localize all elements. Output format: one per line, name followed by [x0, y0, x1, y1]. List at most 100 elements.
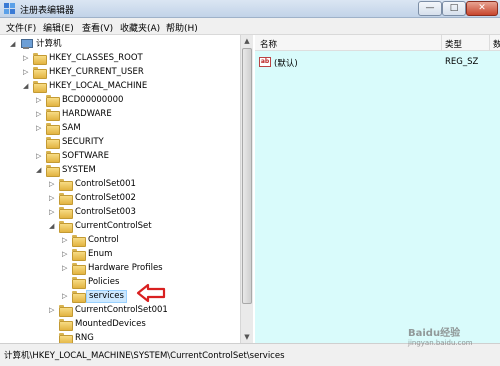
folder-icon — [33, 53, 47, 65]
expand-arrow-icon — [36, 137, 44, 147]
tree-node[interactable]: ◢ HKEY_LOCAL_MACHINE — [0, 80, 240, 93]
tree-node-label[interactable]: RNG — [73, 332, 96, 343]
tree-node-label[interactable]: HARDWARE — [60, 108, 114, 121]
close-button[interactable]: ✕ — [466, 1, 498, 16]
menu-bar: 文件(F) 编辑(E) 查看(V) 收藏夹(A) 帮助(H) — [0, 18, 500, 35]
tree-node-label[interactable]: 计算机 — [34, 38, 64, 51]
tree-node-label[interactable]: SYSTEM — [60, 164, 98, 177]
expand-arrow-icon[interactable]: ▷ — [49, 179, 57, 189]
expand-arrow-icon[interactable]: ▷ — [62, 249, 70, 259]
watermark-logo: Baidu经验 jingyan.baidu.com — [408, 324, 473, 347]
tree-node[interactable]: ▷ BCD00000000 — [0, 94, 240, 107]
scroll-down-arrow-icon[interactable]: ▼ — [241, 331, 253, 343]
folder-icon — [72, 263, 86, 275]
collapse-arrow-icon[interactable]: ◢ — [10, 39, 18, 49]
expand-arrow-icon[interactable]: ▷ — [62, 263, 70, 273]
scroll-thumb[interactable] — [242, 48, 252, 304]
tree-node[interactable]: ▷ HKEY_CURRENT_USER — [0, 66, 240, 79]
collapse-arrow-icon[interactable]: ◢ — [23, 81, 31, 91]
tree-node-label[interactable]: services — [86, 290, 127, 303]
maximize-button[interactable]: □ — [442, 1, 466, 16]
tree-node-label[interactable]: ControlSet002 — [73, 192, 138, 205]
values-pane[interactable]: 名称 类型 数 ab (默认) REG_SZ — [255, 35, 500, 343]
tree-node-label[interactable]: ControlSet001 — [73, 178, 138, 191]
tree-node[interactable]: ▷ ControlSet003 — [0, 206, 240, 219]
column-name[interactable]: 名称 — [260, 38, 277, 50]
tree-node[interactable]: ▷ SOFTWARE — [0, 150, 240, 163]
tree-node[interactable]: MountedDevices — [0, 318, 240, 331]
tree-node-label[interactable]: CurrentControlSet — [73, 220, 154, 233]
title-bar: 注册表编辑器 — □ ✕ — [0, 0, 500, 18]
tree-node-label[interactable]: Hardware Profiles — [86, 262, 165, 275]
menu-edit[interactable]: 编辑(E) — [43, 21, 74, 34]
tree-node[interactable]: Policies — [0, 276, 240, 289]
tree-node-label[interactable]: Policies — [86, 276, 121, 289]
collapse-arrow-icon[interactable]: ◢ — [36, 165, 44, 175]
expand-arrow-icon[interactable]: ▷ — [23, 67, 31, 77]
tree-scrollbar[interactable]: ▲ ▼ — [240, 35, 253, 343]
minimize-button[interactable]: — — [418, 1, 442, 16]
tree-node[interactable]: ▷ HARDWARE — [0, 108, 240, 121]
tree-node-label[interactable]: Control — [86, 234, 121, 247]
menu-help[interactable]: 帮助(H) — [166, 21, 198, 34]
folder-icon — [72, 291, 86, 303]
expand-arrow-icon[interactable]: ▷ — [36, 109, 44, 119]
tree-node-label[interactable]: HKEY_CLASSES_ROOT — [47, 52, 145, 65]
registry-tree[interactable]: ◢ 计算机 ▷ HKEY_CLASSES_ROOT ▷ HKEY_CURRENT_USER… — [0, 35, 253, 343]
tree-node-label[interactable]: HKEY_LOCAL_MACHINE — [47, 80, 149, 93]
tree-node[interactable]: ▷ ControlSet002 — [0, 192, 240, 205]
tree-node-label[interactable]: SECURITY — [60, 136, 106, 149]
expand-arrow-icon — [49, 333, 57, 343]
value-type[interactable]: REG_SZ — [445, 57, 478, 67]
tree-node[interactable]: RNG — [0, 332, 240, 343]
expand-arrow-icon[interactable]: ▷ — [36, 123, 44, 133]
expand-arrow-icon[interactable]: ▷ — [49, 305, 57, 315]
tree-node-label[interactable]: SOFTWARE — [60, 150, 111, 163]
folder-icon — [72, 235, 86, 247]
expand-arrow-icon[interactable]: ▷ — [62, 291, 70, 301]
expand-arrow-icon[interactable]: ▷ — [49, 207, 57, 217]
column-divider[interactable] — [441, 35, 442, 51]
tree-node[interactable]: ▷ Control — [0, 234, 240, 247]
collapse-arrow-icon[interactable]: ◢ — [49, 221, 57, 231]
watermark-text: Baidu经验 — [408, 328, 461, 339]
tree-node[interactable]: ◢ CurrentControlSet — [0, 220, 240, 233]
string-value-icon: ab — [259, 57, 271, 67]
tree-node[interactable]: ▷ Hardware Profiles — [0, 262, 240, 275]
tree-node-label[interactable]: HKEY_CURRENT_USER — [47, 66, 146, 79]
tree-node[interactable]: ▷ HKEY_CLASSES_ROOT — [0, 52, 240, 65]
tree-node[interactable]: ▷ CurrentControlSet001 — [0, 304, 240, 317]
folder-icon — [46, 151, 60, 163]
folder-icon — [59, 305, 73, 317]
value-name[interactable]: (默认) — [274, 57, 298, 69]
tree-node-label[interactable]: CurrentControlSet001 — [73, 304, 170, 317]
tree-node[interactable]: ◢ 计算机 — [0, 38, 240, 51]
tree-node[interactable]: ▷ SAM — [0, 122, 240, 135]
tree-node[interactable]: ▷ ControlSet001 — [0, 178, 240, 191]
expand-arrow-icon[interactable]: ▷ — [49, 193, 57, 203]
tree-node[interactable]: ▷ Enum — [0, 248, 240, 261]
column-divider[interactable] — [489, 35, 490, 51]
expand-arrow-icon[interactable]: ▷ — [36, 151, 44, 161]
menu-view[interactable]: 查看(V) — [82, 21, 113, 34]
tree-node-label[interactable]: Enum — [86, 248, 114, 261]
menu-file[interactable]: 文件(F) — [6, 21, 36, 34]
values-header: 名称 类型 数 — [255, 35, 500, 51]
watermark-url: jingyan.baidu.com — [408, 339, 473, 347]
tree-node-label[interactable]: SAM — [60, 122, 83, 135]
tree-node[interactable]: ▷ services — [0, 290, 240, 303]
tree-node-label[interactable]: ControlSet003 — [73, 206, 138, 219]
tree-node[interactable]: SECURITY — [0, 136, 240, 149]
menu-favorites[interactable]: 收藏夹(A) — [120, 21, 160, 34]
tree-node[interactable]: ◢ SYSTEM — [0, 164, 240, 177]
column-type[interactable]: 类型 — [445, 38, 462, 50]
column-data[interactable]: 数 — [493, 38, 500, 50]
expand-arrow-icon[interactable]: ▷ — [62, 235, 70, 245]
expand-arrow-icon[interactable]: ▷ — [23, 53, 31, 63]
tree-node-label[interactable]: BCD00000000 — [60, 94, 125, 107]
tree-node-label[interactable]: MountedDevices — [73, 318, 148, 331]
scroll-up-arrow-icon[interactable]: ▲ — [241, 35, 253, 47]
expand-arrow-icon[interactable]: ▷ — [36, 95, 44, 105]
expand-arrow-icon — [49, 319, 57, 329]
red-arrow-icon — [136, 283, 166, 303]
